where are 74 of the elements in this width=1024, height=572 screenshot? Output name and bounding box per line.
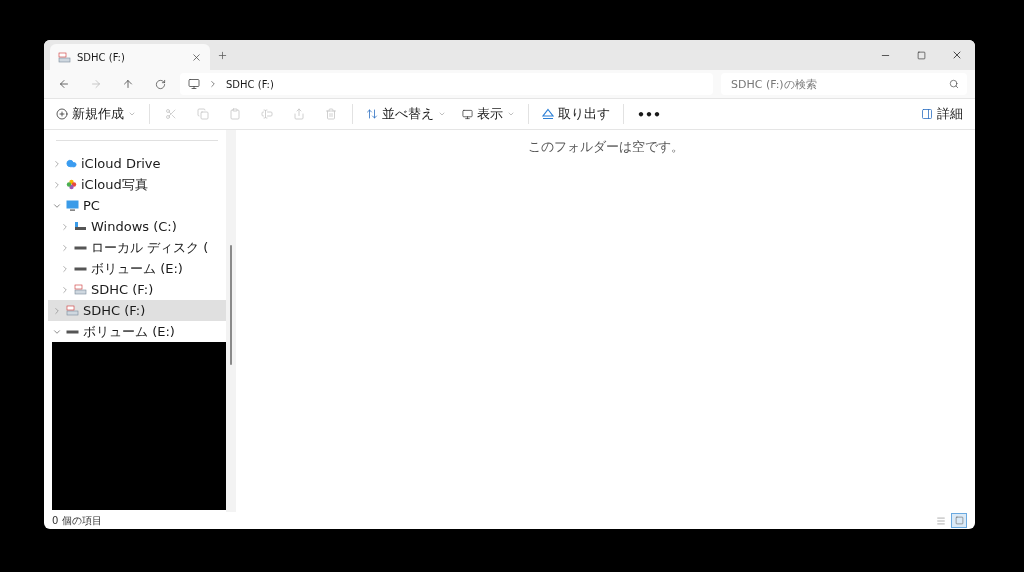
caret-icon: [128, 110, 136, 118]
maximize-icon: [916, 50, 926, 60]
search-field[interactable]: SDHC (F:)の検索: [729, 76, 949, 92]
new-button[interactable]: 新規作成: [50, 102, 142, 126]
tree-item[interactable]: ボリューム (E:): [48, 321, 226, 342]
back-icon: [58, 78, 70, 90]
tree-item-label: ボリューム (E:): [83, 322, 175, 341]
chevron-right-icon: [60, 263, 70, 274]
forward-icon: [90, 78, 102, 90]
empty-folder-message: このフォルダーは空です。: [527, 138, 684, 155]
tree-item-label: iCloud Drive: [81, 156, 161, 171]
plus-icon: [216, 49, 228, 61]
sort-button[interactable]: 並べ替え: [360, 102, 452, 126]
tree-item[interactable]: Windows (C:): [48, 216, 226, 237]
refresh-icon: [154, 78, 166, 90]
tree-item-label: PC: [83, 198, 100, 213]
tree-item[interactable]: ローカル ディスク (: [48, 237, 226, 258]
caret-icon: [507, 110, 515, 118]
cloud-icon: [66, 158, 77, 169]
tree-item[interactable]: PC: [48, 195, 226, 216]
list-icon: [936, 515, 946, 526]
tiles-view-button[interactable]: [951, 513, 967, 528]
chevron-right-icon: [60, 242, 70, 253]
tree-item-label: SDHC (F:): [83, 303, 146, 318]
breadcrumb[interactable]: SDHC (F:): [226, 78, 274, 90]
view-icon: [462, 108, 473, 120]
details-button[interactable]: 詳細: [915, 102, 969, 126]
close-icon: [951, 49, 963, 61]
clipboard-icon: [229, 108, 241, 120]
chevron-right-icon: [52, 179, 62, 190]
flower-icon: [66, 179, 77, 190]
eject-icon: [542, 108, 554, 120]
tree-item[interactable]: SDHC (F:): [48, 300, 226, 321]
drive-icon: [74, 266, 87, 271]
eject-button[interactable]: 取り出す: [536, 102, 616, 126]
tree-item-label: iCloud写真: [81, 175, 148, 194]
tree-item-label: SDHC (F:): [91, 282, 154, 297]
tile-icon: [954, 516, 964, 525]
search-box[interactable]: SDHC (F:)の検索: [721, 73, 967, 95]
tree-item-label: ボリューム (E:): [91, 259, 183, 278]
tree-item[interactable]: ボリューム (E:): [48, 258, 226, 279]
tree-item-label: ローカル ディスク (: [91, 238, 209, 257]
tab[interactable]: SDHC (F:): [50, 44, 210, 70]
chevron-right-icon: [208, 79, 218, 89]
more-button[interactable]: •••: [631, 102, 667, 126]
monitor-icon: [188, 78, 200, 90]
drive-icon: [66, 329, 79, 334]
tree-item-label: Windows (C:): [91, 219, 177, 234]
tree-item[interactable]: iCloud写真: [48, 174, 226, 195]
address-bar[interactable]: SDHC (F:): [180, 73, 713, 95]
trash-icon: [325, 108, 337, 120]
chevron-right-icon: [52, 158, 62, 169]
chevron-right-icon: [60, 221, 70, 232]
scissors-icon: [165, 108, 177, 120]
close-icon: [191, 51, 202, 63]
plus-icon: [56, 108, 68, 120]
drive-icon: [74, 245, 87, 250]
search-icon: [949, 79, 959, 89]
up-icon: [122, 78, 134, 90]
rename-icon: [261, 108, 273, 120]
item-count: 0 個の項目: [52, 513, 102, 528]
tree-item[interactable]: iCloud Drive: [48, 153, 226, 174]
drive-icon: [74, 221, 87, 232]
monitor-icon: [66, 200, 79, 211]
share-icon: [293, 108, 305, 120]
view-button[interactable]: 表示: [456, 102, 521, 126]
tab-title: SDHC (F:): [77, 51, 125, 63]
tree-item[interactable]: SDHC (F:): [48, 279, 226, 300]
chevron-right-icon: [60, 284, 70, 295]
caret-icon: [438, 110, 446, 118]
sort-icon: [366, 108, 378, 120]
panel-icon: [921, 108, 933, 120]
chevron-right-icon: [52, 305, 62, 316]
copy-icon: [197, 108, 209, 120]
